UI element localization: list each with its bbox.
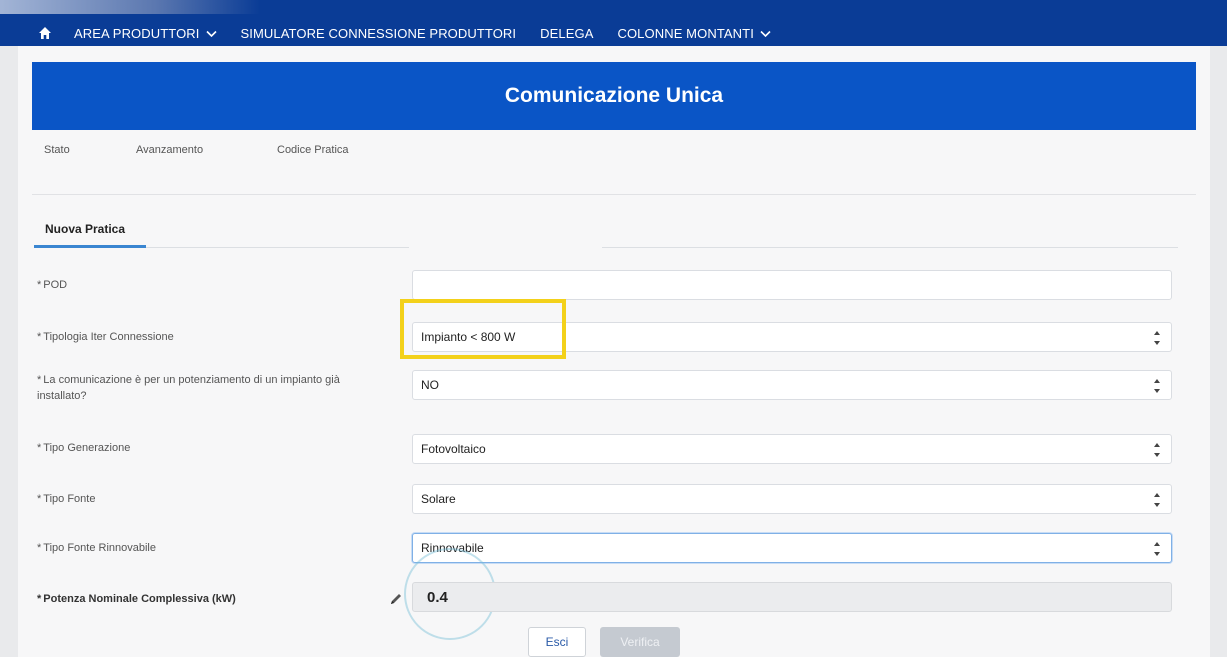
chevron-down-icon [205,26,217,41]
select-value: NO [421,378,439,392]
nav-item-simulatore[interactable]: SIMULATORE CONNESSIONE PRODUTTORI [241,26,517,41]
select-arrows-icon [1153,542,1161,556]
select-arrows-icon [1153,443,1161,457]
highlight-annotation [400,299,566,359]
tab-nuova-pratica[interactable]: Nuova Pratica [45,222,125,236]
select-arrows-icon [1153,331,1161,345]
required-mark: * [37,493,42,505]
main-card: Comunicazione Unica Stato Avanzamento Co… [18,46,1210,657]
pod-input[interactable] [412,270,1172,300]
potenza-input[interactable]: 0.4 [412,582,1172,612]
nav-item-label: COLONNE MONTANTI [617,25,754,41]
nav-item-label: AREA PRODUTTORI [74,25,200,41]
info-codice-pratica: Codice Pratica [277,144,349,156]
tipologia-label: * Tipologia Iter Connessione [37,331,174,343]
info-row: Stato Avanzamento Codice Pratica [44,144,349,156]
required-mark: * [37,374,42,386]
verifica-button[interactable]: Verifica [600,627,680,657]
nav-item-label: DELEGA [540,25,594,41]
top-nav: AREA PRODUTTORI SIMULATORE CONNESSIONE P… [0,0,1227,46]
page-title: Comunicazione Unica [32,62,1196,130]
tipo-fonte-select[interactable]: Solare [412,484,1172,514]
nav-item-delega[interactable]: DELEGA [540,26,593,41]
tab-divider [146,247,409,248]
esci-button[interactable]: Esci [528,627,586,657]
required-mark: * [37,442,42,454]
select-arrows-icon [1153,379,1161,393]
divider [32,194,1196,195]
select-value: Solare [421,492,456,506]
info-stato: Stato [44,144,70,156]
pencil-icon[interactable] [389,592,403,606]
home-icon[interactable] [38,26,52,40]
required-mark: * [37,331,42,343]
tab-active-indicator [34,245,146,248]
tab-divider [602,247,1178,248]
tipo-fonte-rinnovabile-select[interactable]: Rinnovabile [412,533,1172,563]
tipo-generazione-label: * Tipo Generazione [37,442,131,454]
required-mark: * [37,593,42,605]
tipo-fonte-label: * Tipo Fonte [37,493,96,505]
required-mark: * [37,279,42,291]
tipo-fonte-rinnovabile-label: * Tipo Fonte Rinnovabile [37,542,156,554]
nav-item-label: SIMULATORE CONNESSIONE PRODUTTORI [240,25,517,41]
required-mark: * [37,542,42,554]
potenziamento-label: * La comunicazione è per un potenziamento… [37,374,340,402]
tipo-generazione-select[interactable]: Fotovoltaico [412,434,1172,464]
info-avanzamento: Avanzamento [136,144,204,156]
nav-shade [0,0,260,14]
nav-item-area-produttori[interactable]: AREA PRODUTTORI [74,26,217,41]
chevron-down-icon [760,26,771,41]
potenza-label: * Potenza Nominale Complessiva (kW) [37,593,236,605]
select-value: Fotovoltaico [421,442,486,456]
nav-menu: AREA PRODUTTORI SIMULATORE CONNESSIONE P… [38,20,795,46]
nav-item-colonne-montanti[interactable]: COLONNE MONTANTI [617,25,771,41]
pod-label: * POD [37,279,68,291]
select-arrows-icon [1153,493,1161,507]
potenziamento-select[interactable]: NO [412,370,1172,400]
